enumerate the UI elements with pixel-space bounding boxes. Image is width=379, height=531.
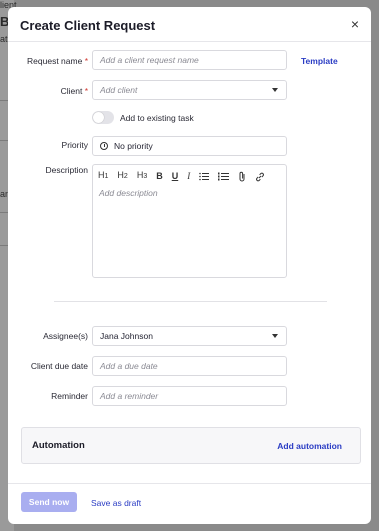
assignees-select[interactable]: Jana Johnson [92, 326, 287, 346]
description-label: Description [45, 165, 88, 175]
client-label-text: Client [60, 86, 83, 96]
priority-value: No priority [114, 141, 153, 151]
modal-header: Create Client Request × [8, 7, 371, 42]
heading-3-button[interactable]: H3 [137, 169, 147, 183]
request-name-placeholder: Add a client request name [100, 55, 199, 65]
automation-section: Automation Add automation [21, 427, 361, 464]
required-mark: * [84, 56, 88, 66]
editor-toolbar: H1 H2 H3 B U I [98, 169, 274, 183]
send-now-button[interactable]: Send now [21, 492, 77, 512]
request-name-label: Request name * [8, 56, 88, 66]
create-client-request-modal: Create Client Request × Request name * A… [8, 7, 371, 524]
assignees-label: Assignee(s) [43, 331, 88, 341]
priority-label: Priority [61, 140, 88, 150]
reminder-placeholder: Add a reminder [100, 391, 159, 401]
description-placeholder: Add description [99, 188, 158, 198]
automation-title: Automation [32, 440, 85, 451]
assignee-value: Jana Johnson [100, 331, 153, 341]
reminder-label: Reminder [51, 391, 88, 401]
numbered-list-icon[interactable] [218, 170, 230, 182]
add-to-existing-task-label: Add to existing task [120, 113, 194, 123]
priority-select[interactable]: No priority [92, 136, 287, 156]
modal-footer: Send now Save as draft [8, 483, 371, 524]
request-name-label-text: Request name [27, 56, 83, 66]
client-placeholder: Add client [100, 85, 138, 95]
add-to-existing-task-toggle[interactable] [92, 111, 114, 124]
bold-button[interactable]: B [156, 170, 163, 182]
toggle-knob [93, 112, 104, 123]
heading-1-button[interactable]: H1 [98, 169, 108, 183]
attachment-icon[interactable] [238, 170, 246, 182]
close-button[interactable]: × [351, 17, 359, 31]
due-date-placeholder: Add a due date [100, 361, 158, 371]
chevron-down-icon [272, 88, 278, 92]
underline-button[interactable]: U [172, 170, 179, 182]
italic-button[interactable]: I [187, 170, 190, 182]
add-automation-link[interactable]: Add automation [277, 441, 342, 451]
template-link[interactable]: Template [301, 56, 338, 66]
bullet-list-icon[interactable] [199, 170, 210, 182]
clock-icon [100, 142, 108, 150]
client-label: Client * [8, 86, 88, 96]
link-icon[interactable] [255, 170, 265, 182]
heading-2-button[interactable]: H2 [117, 169, 127, 183]
reminder-input[interactable]: Add a reminder [92, 386, 287, 406]
chevron-down-icon [272, 334, 278, 338]
description-editor[interactable]: H1 H2 H3 B U I Add description [92, 164, 287, 278]
client-due-date-label: Client due date [30, 361, 88, 371]
save-as-draft-button[interactable]: Save as draft [91, 498, 141, 508]
required-mark: * [84, 86, 88, 96]
modal-title: Create Client Request [20, 18, 156, 33]
client-select[interactable]: Add client [92, 80, 287, 100]
request-name-input[interactable]: Add a client request name [92, 50, 287, 70]
section-divider [54, 301, 327, 302]
client-due-date-input[interactable]: Add a due date [92, 356, 287, 376]
